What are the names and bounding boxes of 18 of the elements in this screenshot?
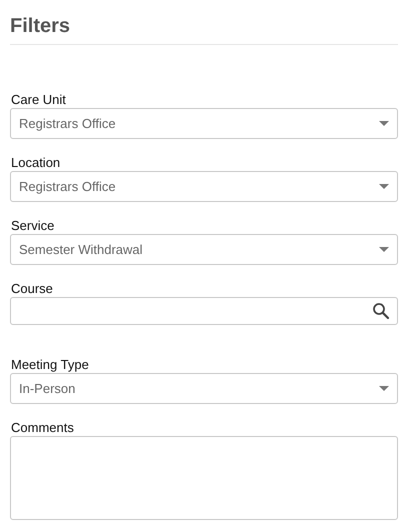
- caret-icon: [379, 121, 389, 126]
- search-icon[interactable]: [372, 302, 390, 320]
- dropdown[interactable]: Registrars Office: [10, 171, 398, 202]
- dropdown[interactable]: In-Person: [10, 373, 398, 404]
- caret-icon: [379, 184, 389, 189]
- panel-title: Filters: [10, 14, 72, 38]
- dropdown[interactable]: Registrars Office: [10, 108, 398, 139]
- field-label: Course: [11, 281, 53, 296]
- field-label: Location: [11, 155, 60, 170]
- dropdown[interactable]: Semester Withdrawal: [10, 234, 398, 265]
- field-label: Comments: [11, 420, 74, 435]
- field-label: Care Unit: [11, 92, 66, 107]
- comments-field[interactable]: [10, 436, 398, 520]
- caret-icon: [379, 386, 389, 391]
- field-label: Meeting Type: [11, 357, 89, 372]
- field-label: Service: [11, 218, 54, 233]
- search-field[interactable]: [10, 297, 398, 325]
- caret-icon: [379, 247, 389, 252]
